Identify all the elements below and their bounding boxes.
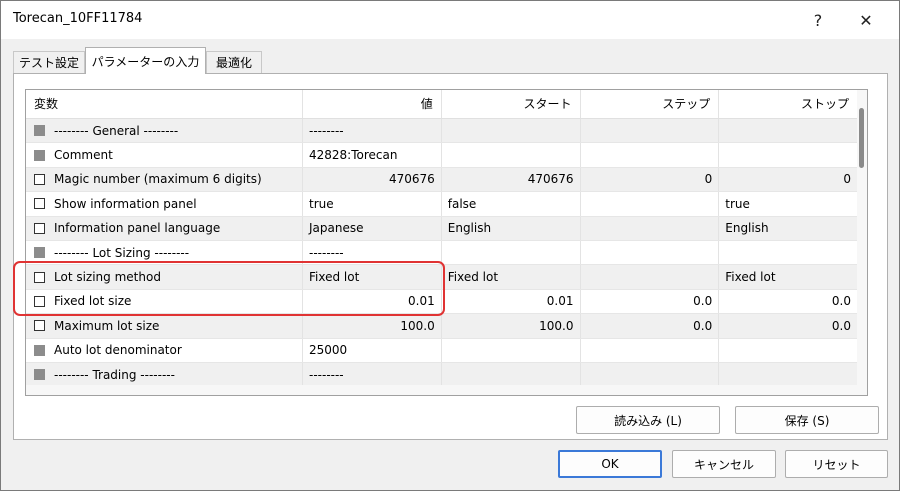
table-row[interactable]: Information panel language Japanese Engl… bbox=[26, 216, 858, 241]
step-value[interactable] bbox=[581, 192, 720, 216]
step-value[interactable] bbox=[581, 362, 720, 387]
stop-value[interactable]: 0.0 bbox=[719, 314, 858, 338]
stop-value[interactable] bbox=[719, 240, 858, 265]
step-value[interactable]: 0.0 bbox=[581, 314, 720, 338]
optimize-checkbox bbox=[34, 125, 45, 137]
stop-value[interactable] bbox=[719, 338, 858, 362]
stop-value[interactable]: English bbox=[719, 216, 858, 240]
stop-value[interactable]: true bbox=[719, 192, 858, 216]
optimize-checkbox[interactable] bbox=[34, 320, 45, 332]
start-value[interactable]: English bbox=[442, 216, 581, 240]
grid-header: 変数 値 スタート ステップ ストップ bbox=[26, 90, 858, 119]
stop-value[interactable]: 0.0 bbox=[719, 289, 858, 314]
help-button[interactable]: ? bbox=[798, 1, 838, 39]
parameter-name: Maximum lot size bbox=[54, 318, 160, 333]
optimize-checkbox bbox=[34, 344, 45, 356]
horizontal-scrollbar[interactable] bbox=[26, 385, 858, 395]
parameter-name: Magic number (maximum 6 digits) bbox=[54, 172, 262, 187]
step-value[interactable] bbox=[581, 240, 720, 265]
parameter-name: -------- Lot Sizing -------- bbox=[54, 245, 190, 260]
scrollbar-thumb[interactable] bbox=[859, 108, 864, 168]
parameter-value[interactable]: Japanese bbox=[303, 216, 442, 240]
table-row[interactable]: Maximum lot size 100.0 100.0 0.0 0.0 bbox=[26, 314, 858, 339]
tab-optimization[interactable]: 最適化 bbox=[206, 51, 262, 73]
step-value[interactable]: 0 bbox=[581, 167, 720, 192]
parameter-value[interactable]: true bbox=[303, 192, 442, 216]
step-value[interactable] bbox=[581, 216, 720, 240]
start-value[interactable] bbox=[442, 143, 581, 167]
optimize-checkbox bbox=[34, 149, 45, 161]
table-row[interactable]: Auto lot denominator 25000 bbox=[26, 338, 858, 363]
load-button[interactable]: 読み込み (L) bbox=[576, 406, 720, 434]
save-button[interactable]: 保存 (S) bbox=[735, 406, 879, 434]
cancel-button[interactable]: キャンセル bbox=[672, 450, 776, 478]
column-header-start[interactable]: スタート bbox=[442, 90, 581, 118]
parameter-name: Comment bbox=[54, 148, 113, 163]
stop-value[interactable]: 0 bbox=[719, 167, 858, 192]
parameter-name: Show information panel bbox=[54, 196, 197, 211]
parameter-value[interactable]: -------- bbox=[303, 362, 442, 387]
title-bar: Torecan_10FF11784 ? ✕ bbox=[1, 1, 899, 39]
start-value[interactable] bbox=[442, 338, 581, 362]
vertical-scrollbar[interactable] bbox=[857, 90, 867, 395]
parameter-name: -------- General -------- bbox=[54, 123, 179, 138]
parameter-value[interactable]: 25000 bbox=[303, 338, 442, 362]
column-header-step[interactable]: ステップ bbox=[581, 90, 720, 118]
optimize-checkbox[interactable] bbox=[34, 198, 45, 210]
tab-parameters[interactable]: パラメーターの入力 bbox=[85, 47, 206, 74]
start-value[interactable]: false bbox=[442, 192, 581, 216]
grid-rows: -------- General -------- -------- Comme… bbox=[26, 119, 858, 388]
start-value[interactable]: 0.01 bbox=[442, 289, 581, 314]
reset-button[interactable]: リセット bbox=[785, 450, 888, 478]
start-value[interactable] bbox=[442, 362, 581, 387]
annotation-highlight bbox=[13, 261, 445, 316]
step-value[interactable] bbox=[581, 119, 720, 143]
step-value[interactable] bbox=[581, 143, 720, 167]
optimize-checkbox bbox=[34, 247, 45, 259]
optimize-checkbox[interactable] bbox=[34, 222, 45, 234]
table-row[interactable]: -------- Trading -------- -------- bbox=[26, 362, 858, 388]
start-value[interactable]: 100.0 bbox=[442, 314, 581, 338]
stop-value[interactable]: Fixed lot bbox=[719, 265, 858, 289]
ok-button[interactable]: OK bbox=[558, 450, 662, 478]
optimize-checkbox bbox=[34, 369, 45, 381]
parameter-value[interactable]: 42828:Torecan bbox=[303, 143, 442, 167]
step-value[interactable] bbox=[581, 265, 720, 289]
tab-test-settings[interactable]: テスト設定 bbox=[13, 51, 85, 73]
parameter-name: -------- Trading -------- bbox=[54, 367, 175, 382]
close-button[interactable]: ✕ bbox=[846, 1, 886, 39]
table-row[interactable]: Comment 42828:Torecan bbox=[26, 143, 858, 168]
step-value[interactable]: 0.0 bbox=[581, 289, 720, 314]
parameter-grid[interactable]: 変数 値 スタート ステップ ストップ -------- General ---… bbox=[25, 89, 868, 396]
window-title: Torecan_10FF11784 bbox=[13, 11, 143, 26]
stop-value[interactable] bbox=[719, 362, 858, 387]
start-value[interactable]: 470676 bbox=[442, 167, 581, 192]
step-value[interactable] bbox=[581, 338, 720, 362]
column-header-variable[interactable]: 変数 bbox=[26, 90, 303, 118]
parameter-value[interactable]: 470676 bbox=[303, 167, 442, 192]
start-value[interactable]: Fixed lot bbox=[442, 265, 581, 289]
parameter-value[interactable]: -------- bbox=[303, 119, 442, 143]
table-row[interactable]: -------- General -------- -------- bbox=[26, 119, 858, 144]
parameter-value[interactable]: 100.0 bbox=[303, 314, 442, 338]
stop-value[interactable] bbox=[719, 119, 858, 143]
parameter-name: Information panel language bbox=[54, 221, 221, 236]
dialog-window: Torecan_10FF11784 ? ✕ テスト設定 パラメーターの入力 最適… bbox=[0, 0, 900, 491]
stop-value[interactable] bbox=[719, 143, 858, 167]
column-header-value[interactable]: 値 bbox=[303, 90, 442, 118]
table-row[interactable]: Show information panel true false true bbox=[26, 192, 858, 217]
column-header-stop[interactable]: ストップ bbox=[719, 90, 858, 118]
start-value[interactable] bbox=[442, 119, 581, 143]
parameter-name: Auto lot denominator bbox=[54, 343, 182, 358]
optimize-checkbox[interactable] bbox=[34, 173, 45, 185]
start-value[interactable] bbox=[442, 240, 581, 265]
table-row[interactable]: Magic number (maximum 6 digits) 470676 4… bbox=[26, 167, 858, 193]
